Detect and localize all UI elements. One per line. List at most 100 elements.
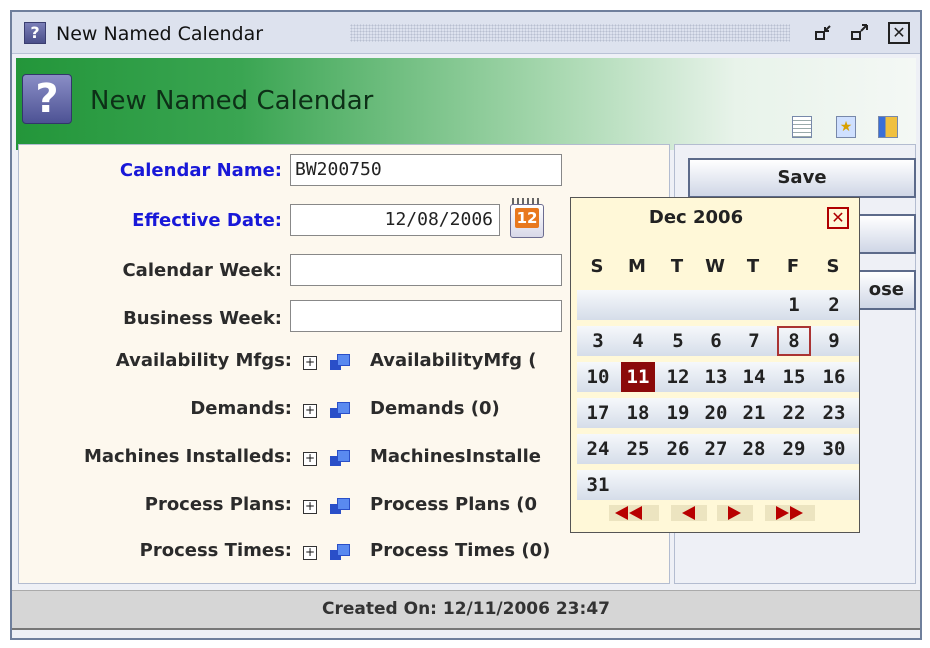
day-cell[interactable]: 26 (661, 434, 695, 464)
title-bar[interactable]: ? New Named Calendar ✕ (12, 12, 920, 54)
relation-node-link[interactable]: Process Plans (0 (370, 494, 537, 515)
close-window-button[interactable]: ✕ (888, 22, 910, 44)
minimize-button[interactable] (812, 21, 836, 45)
expand-icon[interactable]: + (303, 546, 317, 560)
day-cell[interactable]: 1 (777, 290, 811, 320)
object-icon (330, 450, 350, 466)
calendar-picker-button[interactable]: 12 (508, 198, 546, 238)
weekday-label: S (826, 256, 840, 277)
weekday-label: W (705, 256, 725, 277)
calendar-week-row: Calendar Week: (20, 260, 282, 294)
day-cell[interactable]: 2 (817, 290, 851, 320)
header-banner: ? New Named Calendar ★ (16, 58, 916, 150)
business-week-field[interactable] (290, 300, 562, 332)
previous-year-button[interactable] (609, 505, 659, 521)
calendar-week-field[interactable] (290, 254, 562, 286)
expand-icon[interactable]: + (303, 356, 317, 370)
day-cell[interactable]: 19 (661, 398, 695, 428)
day-cell[interactable]: 10 (581, 362, 615, 392)
day-cell[interactable]: 30 (817, 434, 851, 464)
favorite-icon[interactable]: ★ (836, 116, 856, 138)
day-cell[interactable]: 15 (777, 362, 811, 392)
day-cell[interactable]: 24 (581, 434, 615, 464)
weekday-label: T (746, 256, 760, 277)
document-icon[interactable] (792, 116, 812, 138)
relation-node-link[interactable]: MachinesInstalle (370, 446, 541, 467)
relation-node-link[interactable]: AvailabilityMfg ( (370, 350, 537, 371)
day-cell[interactable]: 25 (621, 434, 655, 464)
day-cell[interactable]: 16 (817, 362, 851, 392)
maximize-button[interactable] (848, 21, 872, 45)
week-row (577, 470, 859, 500)
help-icon: ? (24, 22, 46, 44)
day-cell[interactable]: 27 (699, 434, 733, 464)
close-icon: ✕ (831, 208, 845, 227)
save-button[interactable]: Save (688, 158, 916, 198)
close-popup-button[interactable]: ✕ (827, 207, 849, 229)
calendar-name-label: Calendar Name: (119, 160, 282, 181)
save-button-label: Save (777, 167, 827, 188)
day-cell[interactable]: 6 (699, 326, 733, 356)
day-cell[interactable]: 5 (661, 326, 695, 356)
month-label: Dec 2006 (648, 207, 744, 228)
maximize-icon (851, 24, 868, 40)
day-cell[interactable]: 23 (817, 398, 851, 428)
weekday-label: T (670, 256, 684, 277)
day-cell[interactable]: 14 (737, 362, 771, 392)
business-week-label: Business Week: (123, 308, 282, 329)
expand-icon[interactable]: + (303, 500, 317, 514)
day-cell[interactable]: 9 (817, 326, 851, 356)
object-icon (330, 544, 350, 560)
day-cell[interactable]: 4 (621, 326, 655, 356)
calendar-name-field[interactable]: BW200750 (290, 154, 562, 186)
status-bar: Created On: 12/11/2006 23:47 (12, 590, 920, 630)
relation-label: Process Plans: (144, 494, 292, 515)
day-cell[interactable]: 29 (777, 434, 811, 464)
effective-date-row: Effective Date: (20, 210, 282, 244)
calendar-icon-number: 12 (515, 208, 539, 228)
weekday-label: S (590, 256, 604, 277)
object-icon (330, 354, 350, 370)
day-cell[interactable]: 12 (661, 362, 695, 392)
close-button-label: ose (868, 279, 904, 300)
weekday-label: F (786, 256, 800, 277)
day-cell[interactable]: 28 (737, 434, 771, 464)
day-cell-selected[interactable]: 8 (777, 326, 811, 356)
day-cell[interactable]: 13 (699, 362, 733, 392)
created-on-text: Created On: 12/11/2006 23:47 (322, 599, 610, 619)
page-title: New Named Calendar (90, 86, 374, 116)
day-cell[interactable]: 7 (737, 326, 771, 356)
title-bar-grip (350, 24, 790, 42)
relation-label: Availability Mfgs: (115, 350, 292, 371)
calendar-week-label: Calendar Week: (122, 260, 282, 281)
day-cell[interactable]: 21 (737, 398, 771, 428)
calendar-name-row: Calendar Name: (20, 160, 282, 194)
day-cell-today[interactable]: 11 (621, 362, 655, 392)
expand-icon[interactable]: + (303, 452, 317, 466)
minimize-icon (815, 25, 831, 40)
relation-node-link[interactable]: Process Times (0) (370, 540, 550, 561)
day-cell[interactable]: 3 (581, 326, 615, 356)
next-month-button[interactable] (717, 505, 753, 521)
day-cell[interactable]: 17 (581, 398, 615, 428)
object-icon (330, 402, 350, 418)
close-icon: ✕ (892, 23, 906, 42)
layout-icon[interactable] (878, 116, 898, 138)
day-cell[interactable]: 22 (777, 398, 811, 428)
help-icon: ? (22, 74, 72, 124)
relation-node-link[interactable]: Demands (0) (370, 398, 500, 419)
weekday-label: M (628, 256, 646, 277)
date-picker-popup: Dec 2006 ✕ SMTWTFS 1 2 3 4 5 6 7 8 9 10 11 12 13 14 15… (570, 197, 860, 533)
business-week-row: Business Week: (20, 308, 282, 342)
relation-label: Process Times: (139, 540, 292, 561)
object-icon (330, 498, 350, 514)
day-cell[interactable]: 20 (699, 398, 733, 428)
day-cell[interactable]: 31 (581, 470, 615, 500)
expand-icon[interactable]: + (303, 404, 317, 418)
relation-label: Machines Installeds: (83, 446, 292, 467)
day-cell[interactable]: 18 (621, 398, 655, 428)
effective-date-field[interactable]: 12/08/2006 (290, 204, 500, 236)
window-title: New Named Calendar (56, 23, 264, 45)
next-year-button[interactable] (765, 505, 815, 521)
previous-month-button[interactable] (671, 505, 707, 521)
